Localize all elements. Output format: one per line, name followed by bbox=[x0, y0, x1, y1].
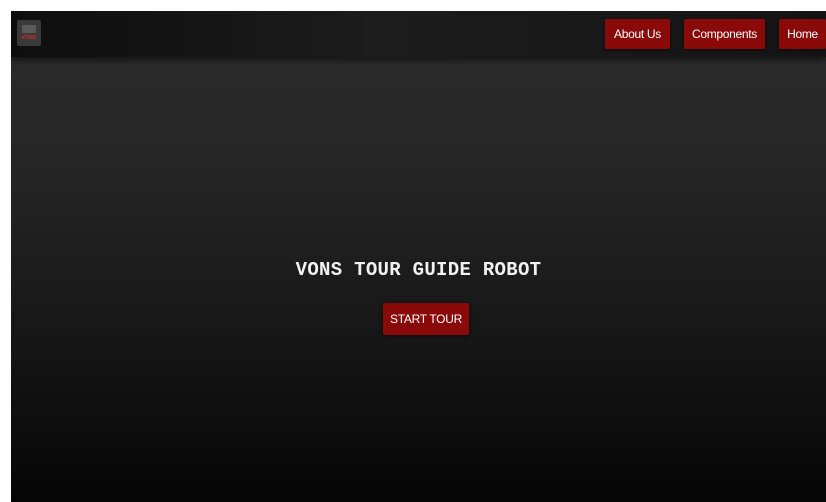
top-navbar: VONS About Us Components Home bbox=[11, 11, 826, 57]
page-frame: VONS About Us Components Home VONS TOUR … bbox=[11, 11, 826, 502]
hero-title: VONS TOUR GUIDE ROBOT bbox=[295, 259, 542, 281]
start-tour-button[interactable]: START TOUR bbox=[383, 303, 469, 335]
logo[interactable]: VONS bbox=[17, 20, 41, 46]
nav-about-us-button[interactable]: About Us bbox=[605, 19, 670, 49]
logo-text: VONS bbox=[21, 35, 37, 41]
nav-home-button[interactable]: Home bbox=[779, 19, 826, 49]
nav-components-button[interactable]: Components bbox=[684, 19, 765, 49]
logo-mark-icon bbox=[22, 25, 36, 33]
